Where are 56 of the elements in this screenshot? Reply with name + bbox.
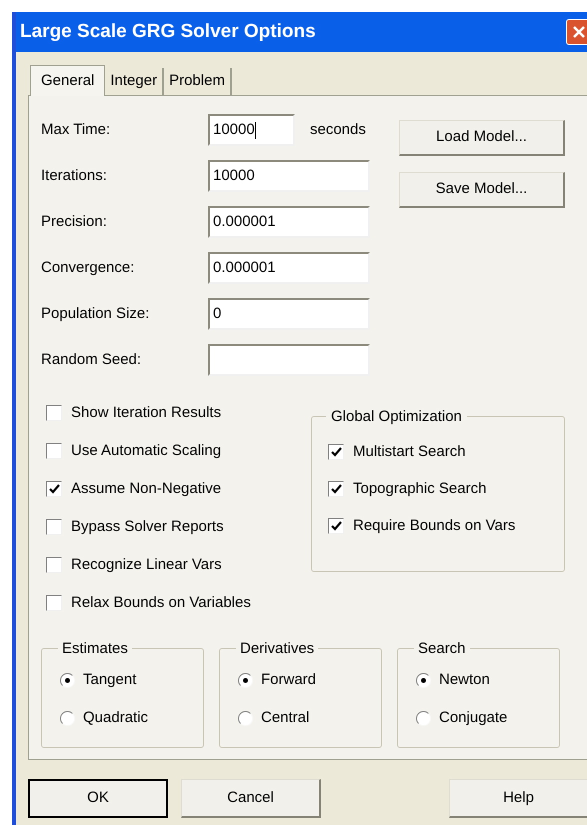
input-field[interactable]: 0.000001 [208,252,370,284]
checkbox[interactable] [328,481,344,497]
option-label: Quadratic [83,708,148,728]
checkbox[interactable] [46,519,62,535]
checkbox[interactable] [328,518,344,534]
option-label: Multistart Search [353,442,466,462]
input-field[interactable]: 0.000001 [208,206,370,238]
radio-button[interactable] [60,672,75,688]
close-icon [572,25,586,39]
checkbox[interactable] [46,595,62,611]
model-button[interactable]: Load Model... [399,120,565,156]
option-label: Relax Bounds on Variables [71,592,251,613]
radio-button[interactable] [238,672,253,688]
model-button[interactable]: Save Model... [399,172,565,208]
option-label: Newton [439,670,490,690]
option-label: Show Iteration Results [71,402,222,423]
dialog-button[interactable]: Cancel [181,779,321,818]
field-label: Population Size: [41,304,150,324]
dialog-button[interactable]: OK [28,779,168,818]
checkbox[interactable] [46,405,62,421]
option-label: Forward [261,670,316,690]
close-button[interactable] [566,19,587,45]
input-field[interactable]: 10000 [208,114,295,146]
checkmark-icon [330,484,342,494]
option-label: Bypass Solver Reports [71,516,224,537]
checkbox[interactable] [328,444,344,460]
option-label: Conjugate [439,708,508,728]
checkmark-icon [330,447,342,457]
input-field[interactable] [208,344,370,376]
input-field[interactable]: 10000 [208,160,370,192]
unit-label: seconds [310,120,366,140]
radio-button[interactable] [60,710,75,726]
tab[interactable]: General [30,65,106,96]
option-label: Recognize Linear Vars [71,554,222,575]
radio-button[interactable] [416,710,431,726]
input-field[interactable]: 0 [208,298,370,330]
option-label: Require Bounds on Vars [353,516,516,536]
field-label: Max Time: [41,120,112,140]
radio-button[interactable] [238,710,253,726]
field-label: Iterations: [41,166,108,186]
dialog-button[interactable]: Help [449,779,587,818]
checkmark-icon [48,484,60,494]
option-label: Assume Non-Negative [71,478,222,499]
checkbox[interactable] [46,443,62,459]
option-label: Central [261,708,310,728]
option-label: Tangent [83,670,136,690]
field-label: Random Seed: [41,350,142,370]
window-title: Large Scale GRG Solver Options [20,20,316,44]
checkbox[interactable] [46,481,62,497]
option-label: Use Automatic Scaling [71,440,222,461]
checkbox[interactable] [46,557,62,573]
option-label: Topographic Search [353,478,486,499]
field-label: Convergence: [41,258,136,278]
field-label: Precision: [41,212,108,232]
radio-button[interactable] [416,672,431,688]
checkmark-icon [330,521,342,531]
